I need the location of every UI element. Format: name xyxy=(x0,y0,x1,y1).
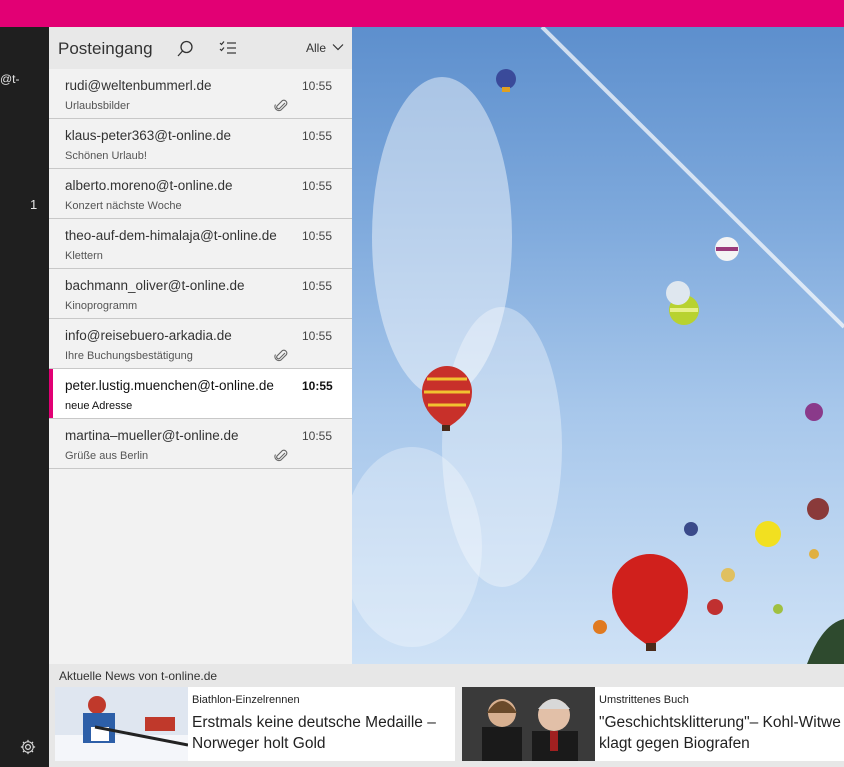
mail-subject: Konzert nächste Woche xyxy=(65,200,182,212)
mail-subject: Urlaubsbilder xyxy=(65,100,130,112)
mail-row-1[interactable]: klaus-peter363@t-online.de 10:55 Schönen… xyxy=(49,119,352,169)
mail-list: rudi@weltenbummerl.de 10:55 Urlaubsbilde… xyxy=(49,69,352,469)
mail-sender: rudi@weltenbummerl.de xyxy=(65,78,212,93)
mail-subject: Grüße aus Berlin xyxy=(65,450,149,462)
mail-time: 10:55 xyxy=(302,229,333,243)
paperclip-icon xyxy=(274,449,288,462)
balloon-small-4 xyxy=(773,604,783,614)
gear-icon[interactable] xyxy=(19,738,37,756)
mail-sender: peter.lustig.muenchen@t-online.de xyxy=(65,378,274,393)
balloon-small-3 xyxy=(593,620,607,634)
mail-time: 10:55 xyxy=(302,379,333,393)
account-label[interactable]: @t- xyxy=(0,72,20,86)
mail-time: 10:55 xyxy=(302,429,333,443)
selection-indicator xyxy=(49,369,53,418)
mail-subject: Ihre Buchungsbestätigung xyxy=(65,350,193,362)
news-card-1[interactable]: Umstrittenes Buch "Geschichtsklitterung"… xyxy=(462,687,844,761)
paperclip-icon xyxy=(274,99,288,112)
mail-subject: Kinoprogramm xyxy=(65,300,138,312)
news-headline: Erstmals keine deutsche Medaille – Norwe… xyxy=(192,714,436,752)
balloon-top xyxy=(496,69,516,92)
mail-row-2[interactable]: alberto.moreno@t-online.de 10:55 Konzert… xyxy=(49,169,352,219)
mail-pane: Posteingang Alle rudi@weltenbummerl.de 1… xyxy=(49,27,352,664)
unread-count: 1 xyxy=(30,197,38,212)
news-kicker: Biathlon-Einzelrennen xyxy=(192,694,300,706)
balloon-small-1 xyxy=(721,568,735,582)
page-title: Posteingang xyxy=(58,39,153,58)
mail-row-5[interactable]: info@reisebuero-arkadia.de 10:55 Ihre Bu… xyxy=(49,319,352,369)
mail-sender: martina–mueller@t-online.de xyxy=(65,428,239,443)
mail-row-6-selected[interactable]: peter.lustig.muenchen@t-online.de 10:55 … xyxy=(49,369,352,419)
mail-time: 10:55 xyxy=(302,129,333,143)
select-list-icon[interactable] xyxy=(219,40,237,56)
news-bar: Aktuelle News von t-online.de Biathlon-E… xyxy=(49,664,844,767)
mail-subject: Klettern xyxy=(65,250,103,262)
balloon-illustration xyxy=(352,27,844,664)
balloon-dark-red xyxy=(807,498,829,520)
news-section-title: Aktuelle News von t-online.de xyxy=(59,669,218,683)
balloon-purple xyxy=(805,403,823,421)
news-thumbnail-kohl xyxy=(462,687,595,761)
mail-subject: Schönen Urlaub! xyxy=(65,150,147,162)
news-headline: "Geschichtsklitterung"– Kohl-Witwe klagt… xyxy=(599,714,841,752)
balloon-small-5 xyxy=(809,549,819,559)
mail-row-0[interactable]: rudi@weltenbummerl.de 10:55 Urlaubsbilde… xyxy=(49,69,352,119)
search-icon[interactable] xyxy=(175,39,195,59)
mail-time: 10:55 xyxy=(302,79,333,93)
tree-silhouette xyxy=(807,619,844,664)
mail-row-3[interactable]: theo-auf-dem-himalaja@t-online.de 10:55 … xyxy=(49,219,352,269)
mail-sender: info@reisebuero-arkadia.de xyxy=(65,328,232,343)
balloon-small-2 xyxy=(707,599,723,615)
mail-sender: klaus-peter363@t-online.de xyxy=(65,128,232,143)
chevron-down-icon[interactable] xyxy=(332,42,344,52)
mail-time: 10:55 xyxy=(302,279,333,293)
mail-header: Posteingang Alle xyxy=(49,27,352,69)
news-kicker: Umstrittenes Buch xyxy=(599,694,689,706)
balloon-red-bottom xyxy=(612,553,688,651)
background-image-balloons xyxy=(352,27,844,664)
mail-row-7[interactable]: martina–mueller@t-online.de 10:55 Grüße … xyxy=(49,419,352,469)
left-navigation-rail: @t- 1 xyxy=(0,27,49,767)
balloon-pale xyxy=(666,281,690,305)
filter-dropdown[interactable]: Alle xyxy=(306,41,326,55)
news-card-0[interactable]: Biathlon-Einzelrennen Erstmals keine deu… xyxy=(55,687,455,761)
mail-sender: bachmann_oliver@t-online.de xyxy=(65,278,245,293)
mail-time: 10:55 xyxy=(302,329,333,343)
news-thumbnail-biathlon xyxy=(55,687,188,761)
mail-sender: alberto.moreno@t-online.de xyxy=(65,178,233,193)
top-accent-bar xyxy=(0,0,844,27)
mail-row-4[interactable]: bachmann_oliver@t-online.de 10:55 Kinopr… xyxy=(49,269,352,319)
balloon-white-stripes xyxy=(715,237,739,261)
paperclip-icon xyxy=(274,349,288,362)
mail-subject: neue Adresse xyxy=(65,400,133,412)
mail-sender: theo-auf-dem-himalaja@t-online.de xyxy=(65,228,277,243)
mail-time: 10:55 xyxy=(302,179,333,193)
balloon-small-blue xyxy=(684,522,698,536)
balloon-yellow xyxy=(755,521,781,547)
